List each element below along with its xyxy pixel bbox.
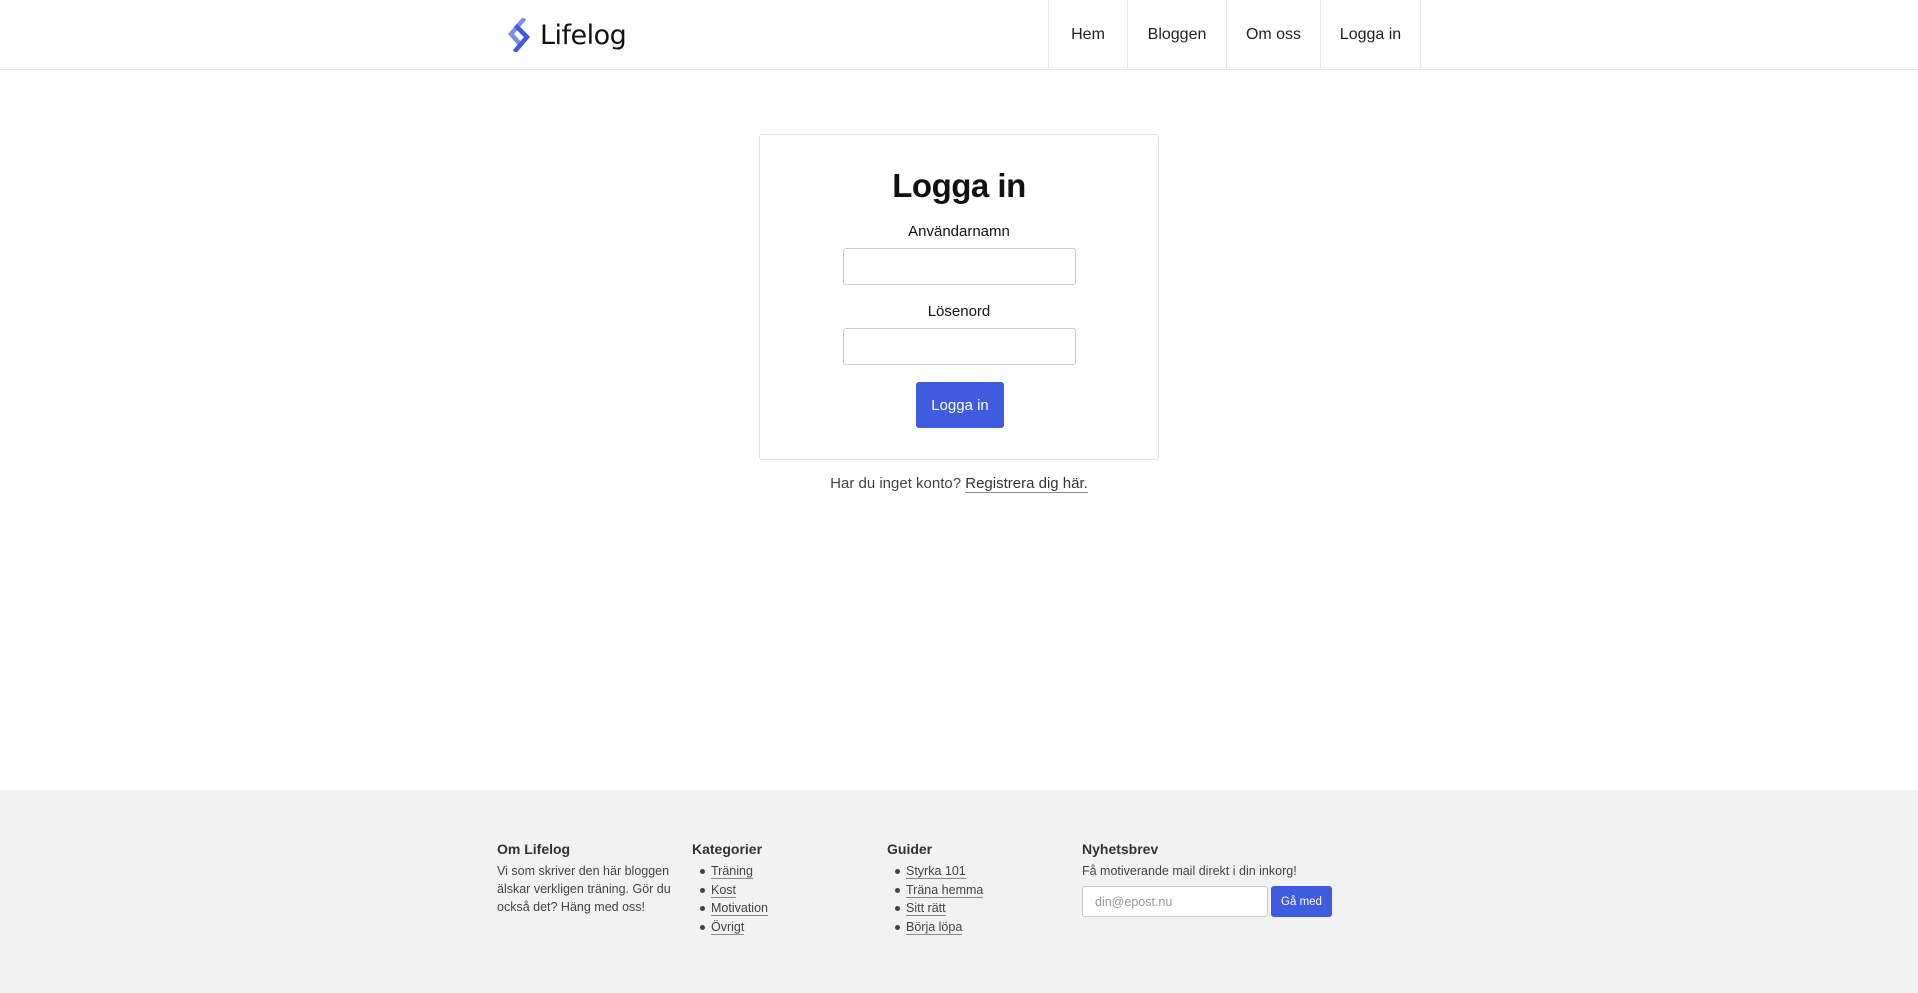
footer-about: Om Lifelog Vi som skriver den här blogge… xyxy=(497,841,672,916)
list-item: Börja löpa xyxy=(887,918,1047,937)
categories-list: Träning Kost Motivation Övrigt xyxy=(692,862,852,936)
footer-about-title: Om Lifelog xyxy=(497,841,571,857)
brand-logo-link[interactable]: Lifelog xyxy=(506,17,627,53)
login-title: Logga in xyxy=(892,167,1026,204)
password-input[interactable] xyxy=(843,328,1076,365)
newsletter-email-input[interactable] xyxy=(1082,886,1268,917)
site-footer: Om Lifelog Vi som skriver den här blogge… xyxy=(0,790,1918,993)
list-item: Sitt rätt xyxy=(887,899,1047,918)
category-link-motivation[interactable]: Motivation xyxy=(711,901,768,916)
main-nav: Hem Bloggen Om oss Logga in xyxy=(1048,0,1421,69)
category-link-kost[interactable]: Kost xyxy=(711,882,737,898)
category-link-ovrigt[interactable]: Övrigt xyxy=(711,919,745,935)
footer-about-text: Vi som skriver den här bloggen älskar ve… xyxy=(497,864,671,914)
guides-list: Styrka 101 Träna hemma Sitt rätt Börja l… xyxy=(887,862,1047,936)
footer-guides-title: Guider xyxy=(887,841,933,857)
list-item: Motivation xyxy=(692,899,852,918)
nav-item-hem[interactable]: Hem xyxy=(1049,0,1128,69)
category-link-traning[interactable]: Träning xyxy=(711,864,753,879)
login-card: Logga in Användarnamn Lösenord Logga in xyxy=(759,134,1159,460)
guide-link-styrka[interactable]: Styrka 101 xyxy=(906,864,966,879)
newsletter-form: Gå med xyxy=(1082,886,1362,917)
list-item: Övrigt xyxy=(692,918,852,937)
list-item: Styrka 101 xyxy=(887,862,1047,881)
footer-categories-title: Kategorier xyxy=(692,841,763,857)
newsletter-join-button[interactable]: Gå med xyxy=(1271,886,1332,917)
guide-link-sitt-ratt[interactable]: Sitt rätt xyxy=(906,901,946,916)
username-input[interactable] xyxy=(843,248,1076,285)
footer-newsletter: Nyhetsbrev Få motiverande mail direkt i … xyxy=(1082,841,1362,917)
guide-link-borja-lopa[interactable]: Börja löpa xyxy=(906,919,963,935)
list-item: Kost xyxy=(692,881,852,900)
nav-item-bloggen[interactable]: Bloggen xyxy=(1128,0,1227,69)
footer-newsletter-text: Få motiverande mail direkt i din inkorg! xyxy=(1082,864,1297,878)
register-prompt-text: Har du inget konto? xyxy=(830,475,962,492)
brand-name: Lifelog xyxy=(540,19,627,51)
footer-newsletter-title: Nyhetsbrev xyxy=(1082,841,1159,857)
footer-categories: Kategorier Träning Kost Motivation Övrig… xyxy=(692,841,852,936)
password-label: Lösenord xyxy=(927,303,991,320)
nav-item-logga-in[interactable]: Logga in xyxy=(1321,0,1421,69)
list-item: Träning xyxy=(692,862,852,881)
nav-item-om-oss[interactable]: Om oss xyxy=(1227,0,1321,69)
username-label: Användarnamn xyxy=(908,223,1010,240)
list-item: Träna hemma xyxy=(887,881,1047,900)
register-prompt: Har du inget konto? Registrera dig här. xyxy=(759,475,1159,493)
guide-link-trana-hemma[interactable]: Träna hemma xyxy=(906,882,984,898)
register-link[interactable]: Registrera dig här. xyxy=(965,475,1088,493)
login-submit-button[interactable]: Logga in xyxy=(916,382,1004,428)
footer-guides: Guider Styrka 101 Träna hemma Sitt rätt … xyxy=(887,841,1047,936)
lifelog-logo-icon xyxy=(508,18,531,52)
site-header: Lifelog Hem Bloggen Om oss Logga in xyxy=(0,0,1918,70)
